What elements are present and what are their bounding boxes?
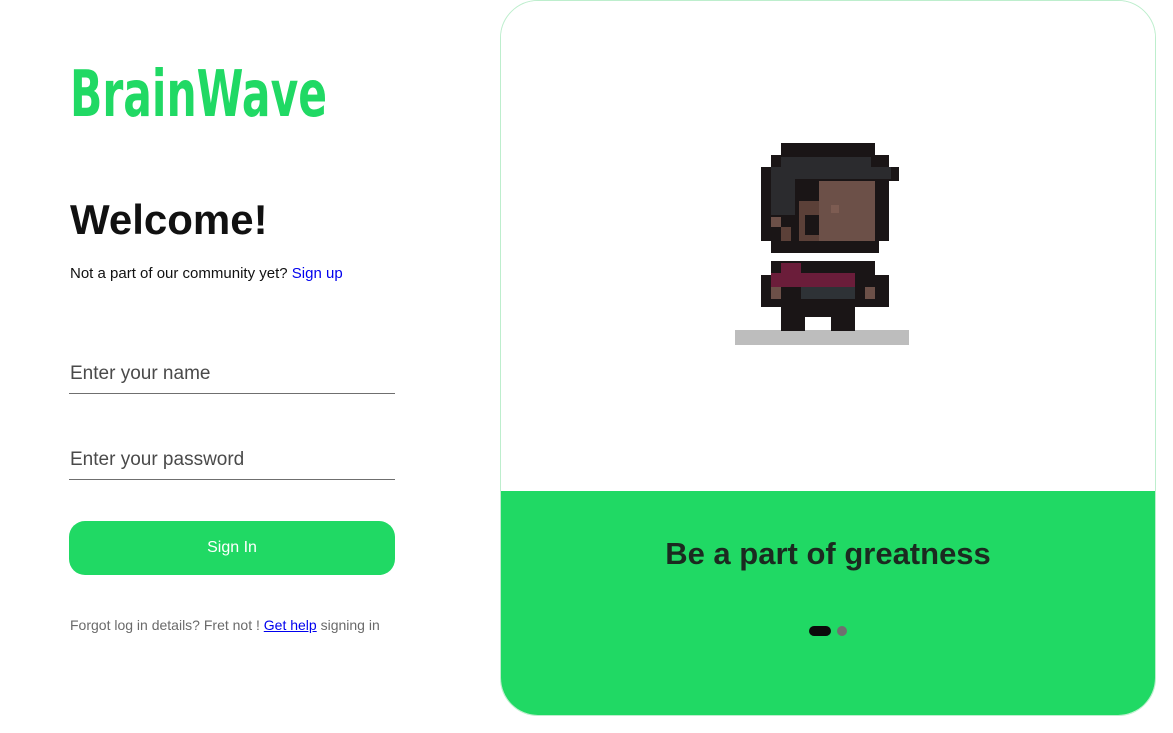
get-help-link[interactable]: Get help: [264, 617, 317, 633]
carousel-indicator: [500, 625, 1156, 637]
signup-link[interactable]: Sign up: [292, 265, 343, 282]
signup-prompt: Not a part of our community yet? Sign up: [70, 265, 343, 282]
promo-tagline: Be a part of greatness: [665, 536, 991, 571]
carousel-dot-2[interactable]: [837, 626, 847, 636]
sign-in-button[interactable]: Sign In: [69, 521, 395, 575]
login-page: BrainWave Welcome! Not a part of our com…: [0, 0, 1173, 733]
password-input[interactable]: [69, 440, 395, 480]
brainwave-logo: BrainWave: [70, 58, 327, 130]
forgot-suffix: signing in: [320, 617, 380, 633]
promo-panel: [501, 491, 1155, 715]
logo-text: BrainWave: [70, 58, 327, 130]
illustration-panel: [501, 1, 1155, 491]
promo-card: [500, 0, 1156, 716]
forgot-prefix: Forgot log in details? Fret not !: [70, 617, 260, 633]
signup-prompt-text: Not a part of our community yet?: [70, 265, 288, 282]
page-title: Welcome!: [70, 196, 268, 243]
name-input[interactable]: [69, 354, 395, 394]
carousel-dot-1[interactable]: [809, 626, 831, 636]
forgot-details: Forgot log in details? Fret not ! Get he…: [70, 617, 380, 633]
pixel-character-icon: [735, 143, 909, 345]
